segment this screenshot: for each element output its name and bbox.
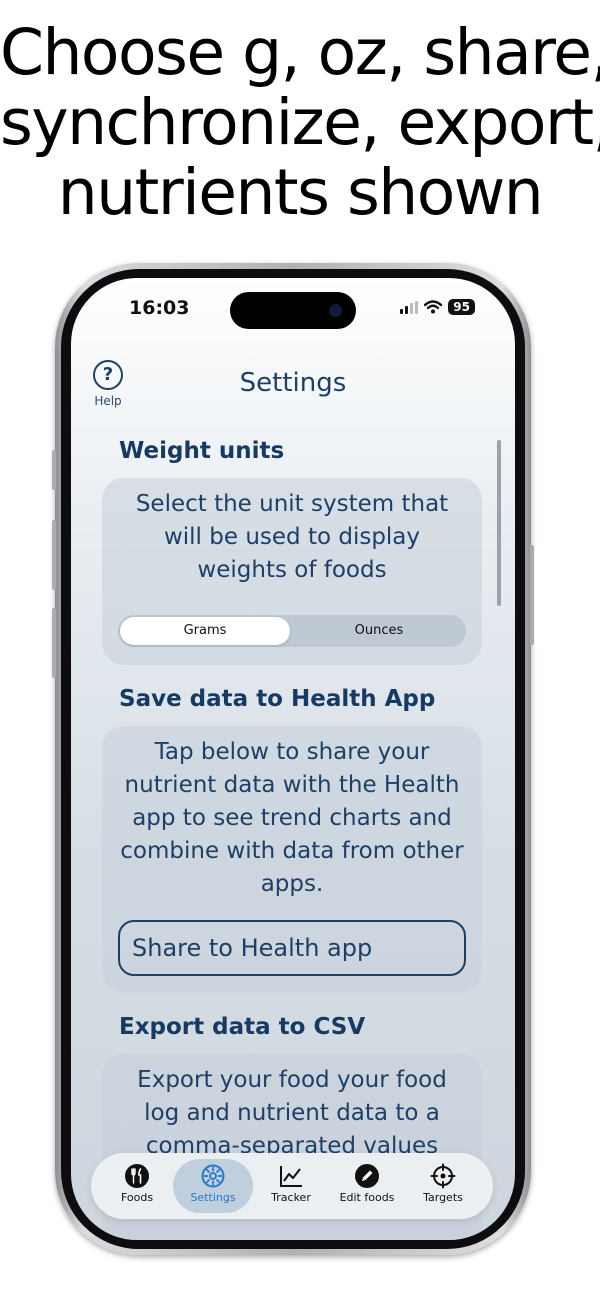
battery-indicator: 95 bbox=[448, 299, 475, 315]
tab-tracker[interactable]: Tracker bbox=[251, 1159, 331, 1213]
headline-line-2: synchronize, export, bbox=[0, 86, 600, 159]
app-screen: 16:03 95 ? Help Settings Weight units Se… bbox=[71, 278, 515, 1240]
weight-units-card: Select the unit system that will be used… bbox=[102, 478, 482, 665]
weight-unit-picker: Grams Ounces bbox=[118, 615, 466, 647]
tab-targets-label: Targets bbox=[423, 1191, 463, 1204]
chart-icon bbox=[280, 1166, 302, 1187]
gear-icon bbox=[201, 1164, 225, 1188]
tab-edit-foods-label: Edit foods bbox=[339, 1191, 395, 1204]
scroll-indicator[interactable] bbox=[497, 440, 501, 606]
tab-tracker-label: Tracker bbox=[271, 1191, 311, 1204]
ounces-option[interactable]: Ounces bbox=[294, 617, 464, 645]
volume-down-button bbox=[52, 608, 56, 678]
power-button bbox=[530, 545, 534, 645]
wifi-icon bbox=[424, 300, 443, 314]
grams-option[interactable]: Grams bbox=[120, 617, 290, 645]
camera-icon bbox=[329, 304, 342, 317]
tab-foods-label: Foods bbox=[120, 1191, 154, 1204]
health-section-title: Save data to Health App bbox=[119, 686, 436, 712]
tab-settings-label: Settings bbox=[190, 1191, 236, 1204]
weight-units-title: Weight units bbox=[119, 438, 285, 464]
cellular-signal-icon bbox=[400, 300, 419, 314]
tab-foods[interactable]: Foods bbox=[97, 1159, 177, 1213]
volume-up-button bbox=[52, 520, 56, 590]
status-time: 16:03 bbox=[129, 297, 190, 319]
headline-line-1: Choose g, oz, share, bbox=[0, 16, 600, 89]
export-description: Export your food your food log and nutri… bbox=[137, 1067, 447, 1159]
dynamic-island bbox=[230, 292, 356, 329]
status-indicators: 95 bbox=[400, 299, 475, 315]
weight-units-description: Select the unit system that will be used… bbox=[135, 491, 449, 583]
tab-edit-foods[interactable]: Edit foods bbox=[327, 1159, 407, 1213]
page-title: Settings bbox=[239, 368, 347, 398]
tab-bar: Foods Settings Tracker Edit foods Target… bbox=[91, 1153, 493, 1219]
health-description: Tap below to share your nutrient data wi… bbox=[120, 739, 464, 897]
health-card: Tap below to share your nutrient data wi… bbox=[102, 726, 482, 993]
tab-targets[interactable]: Targets bbox=[403, 1159, 483, 1213]
export-section-title: Export data to CSV bbox=[119, 1014, 366, 1040]
action-button bbox=[52, 450, 56, 490]
marketing-headline: Choose g, oz, share, synchronize, export… bbox=[0, 18, 600, 228]
pencil-icon bbox=[355, 1164, 379, 1188]
share-to-health-button[interactable]: Share to Health app bbox=[118, 920, 466, 976]
target-icon bbox=[430, 1163, 456, 1189]
fork-knife-icon bbox=[125, 1164, 149, 1188]
tab-settings[interactable]: Settings bbox=[173, 1159, 253, 1213]
headline-line-3: nutrients shown bbox=[57, 156, 544, 229]
